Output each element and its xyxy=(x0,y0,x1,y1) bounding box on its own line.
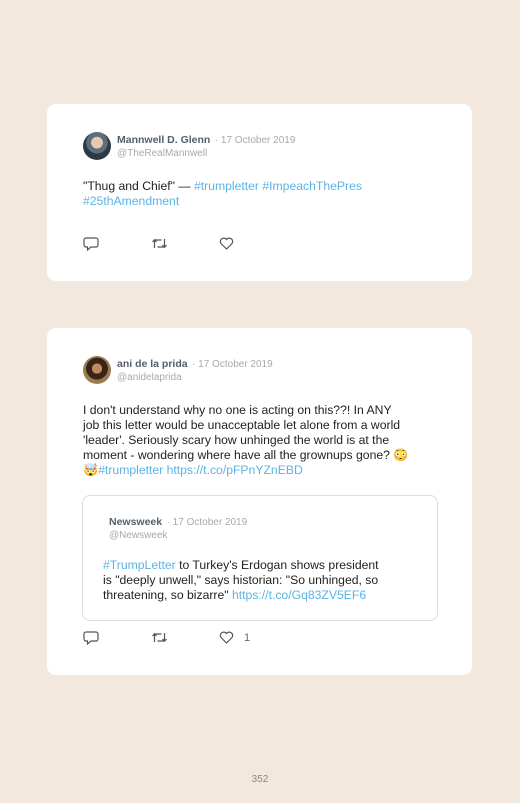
text-line: 🤯#trumpletter https://t.co/pFPnYZnEBD xyxy=(83,463,408,478)
text-link[interactable]: https://t.co/Gq83ZV5EF6 xyxy=(232,588,366,602)
text-link[interactable]: #trumpletter https://t.co/pFPnYZnEBD xyxy=(98,463,303,477)
tweet-actions xyxy=(83,236,244,251)
text-segment: is "deeply unwell," says historian: "So … xyxy=(103,573,379,587)
text-segment: 'leader'. Seriously scary how unhinged t… xyxy=(83,433,390,447)
text-segment: I don't understand why no one is acting … xyxy=(83,403,392,417)
author-name[interactable]: Mannwell D. Glenn xyxy=(117,134,210,146)
tweet-date[interactable]: · 17 October 2019 xyxy=(215,135,296,146)
quoted-text: #TrumpLetter to Turkey's Erdogan shows p… xyxy=(103,558,379,603)
retweet-icon xyxy=(152,238,167,249)
reply-button[interactable] xyxy=(83,630,151,645)
reply-icon xyxy=(83,631,99,645)
quoted-author-name[interactable]: Newsweek xyxy=(109,516,162,528)
tweet-header: Mannwell D. Glenn · 17 October 2019 @The… xyxy=(83,132,295,160)
quoted-handle: @Newsweek xyxy=(109,530,168,541)
text-segment: moment - wondering where have all the gr… xyxy=(83,448,409,462)
reply-icon xyxy=(83,237,99,251)
text-link[interactable]: #25thAmendment xyxy=(83,194,179,208)
like-icon xyxy=(219,631,234,644)
like-button[interactable]: 1 xyxy=(219,631,250,644)
text-line: job this letter would be unacceptable le… xyxy=(83,418,408,433)
text-line: 'leader'. Seriously scary how unhinged t… xyxy=(83,433,408,448)
text-segment: threatening, so bizarre" xyxy=(103,588,232,602)
like-icon xyxy=(219,237,234,250)
tweet-header: ani de la prida · 17 October 2019 @anide… xyxy=(83,356,273,384)
avatar[interactable] xyxy=(83,356,111,384)
text-line: I don't understand why no one is acting … xyxy=(83,403,408,418)
retweet-icon xyxy=(152,632,167,643)
retweet-button[interactable] xyxy=(151,631,219,644)
like-count: 1 xyxy=(244,631,251,644)
author-handle[interactable]: @TheRealMannwell xyxy=(117,147,295,160)
reply-button[interactable] xyxy=(83,236,151,251)
text-line: #TrumpLetter to Turkey's Erdogan shows p… xyxy=(103,558,379,573)
text-link[interactable]: #trumpletter #ImpeachThePres xyxy=(194,179,362,193)
text-line: #25thAmendment xyxy=(83,194,362,209)
tweet-text: I don't understand why no one is acting … xyxy=(83,403,408,478)
author-name[interactable]: ani de la prida xyxy=(117,358,188,370)
retweet-button[interactable] xyxy=(151,237,219,250)
author-handle[interactable]: @anidelaprida xyxy=(117,371,273,384)
text-segment: "Thug and Chief" — xyxy=(83,179,194,193)
quoted-tweet[interactable]: Newsweek · 17 October 2019 @Newsweek #Tr… xyxy=(82,495,438,621)
text-link[interactable]: #TrumpLetter xyxy=(103,558,176,572)
text-segment: job this letter would be unacceptable le… xyxy=(83,418,401,432)
tweet-date[interactable]: · 17 October 2019 xyxy=(192,359,273,370)
like-button[interactable] xyxy=(219,237,244,250)
text-line: moment - wondering where have all the gr… xyxy=(83,448,408,463)
text-segment: to Turkey's Erdogan shows president xyxy=(175,558,379,572)
tweet-text: "Thug and Chief" — #trumpletter #Impeach… xyxy=(83,179,362,209)
quoted-header: Newsweek · 17 October 2019 @Newsweek xyxy=(109,514,247,542)
tweet-actions: 1 xyxy=(83,630,250,645)
avatar[interactable] xyxy=(83,132,111,160)
tweet-card: ani de la prida · 17 October 2019 @anide… xyxy=(47,328,472,675)
text-segment: 🤯 xyxy=(83,463,99,477)
text-line: threatening, so bizarre" https://t.co/Gq… xyxy=(103,588,379,603)
tweet-card: Mannwell D. Glenn · 17 October 2019 @The… xyxy=(47,104,472,281)
text-line: is "deeply unwell," says historian: "So … xyxy=(103,573,379,588)
quoted-date: · 17 October 2019 xyxy=(166,517,248,528)
text-line: "Thug and Chief" — #trumpletter #Impeach… xyxy=(83,179,362,194)
page-number: 352 xyxy=(251,774,269,785)
